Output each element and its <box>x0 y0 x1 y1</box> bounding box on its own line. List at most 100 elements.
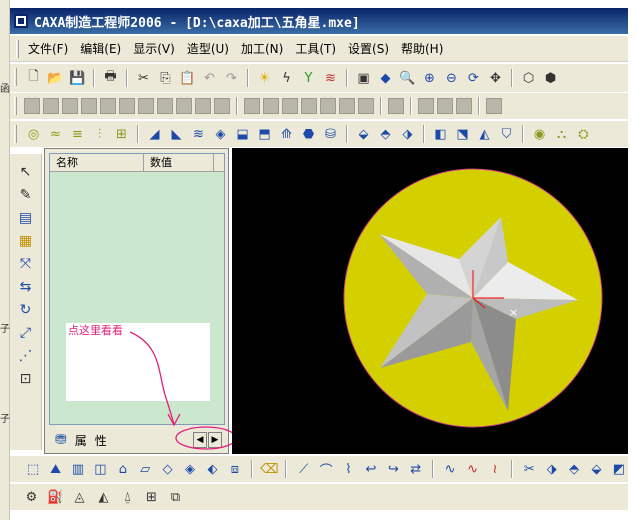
cut-icon[interactable]: ✂ <box>134 69 153 88</box>
menu-modeling[interactable]: 造型(U) <box>187 40 229 57</box>
disabled-tool-icon[interactable] <box>176 98 192 114</box>
trim-tool-icon[interactable]: ⬘ <box>565 460 583 479</box>
database-icon[interactable]: ⛃ <box>55 432 67 448</box>
feature-tool-icon[interactable]: ⛽ <box>46 488 65 507</box>
disabled-tool-icon[interactable] <box>24 98 40 114</box>
disabled-tool-icon[interactable] <box>437 98 453 114</box>
disabled-tool-icon[interactable] <box>263 98 279 114</box>
surface-tool-icon[interactable]: ⫶ <box>90 125 109 144</box>
array-icon[interactable]: ⋰ <box>16 346 35 365</box>
transform-icon[interactable]: ⤧ <box>16 254 35 273</box>
sketch-pen-icon[interactable]: ✎ <box>16 185 35 204</box>
curve-tool-icon[interactable]: ∿ <box>463 460 481 479</box>
feature-tool-icon[interactable]: ⧉ <box>166 488 185 507</box>
modeling-tool-icon[interactable]: ◫ <box>91 460 109 479</box>
pan-icon[interactable]: ✥ <box>486 69 505 88</box>
filter-icon[interactable]: Y <box>299 69 318 88</box>
zoom-dynamic-icon[interactable]: ⊖ <box>442 69 461 88</box>
open-folder-icon[interactable]: 📂 <box>46 69 65 88</box>
mirror-icon[interactable]: ⇆ <box>16 277 35 296</box>
menu-view[interactable]: 显示(V) <box>133 40 175 57</box>
measure-icon[interactable]: ⊡ <box>16 369 35 388</box>
menu-edit[interactable]: 编辑(E) <box>80 40 121 57</box>
feature-tool-icon[interactable]: ◭ <box>94 488 113 507</box>
menu-grip[interactable] <box>16 40 19 58</box>
modeling-tool-icon[interactable]: ⬖ <box>203 460 221 479</box>
disabled-tool-icon[interactable] <box>157 98 173 114</box>
disabled-tool-icon[interactable] <box>214 98 230 114</box>
regen-icon[interactable]: ϟ <box>277 69 296 88</box>
disabled-tool-icon[interactable] <box>100 98 116 114</box>
disabled-tool-icon[interactable] <box>43 98 59 114</box>
machining-tool-icon[interactable]: ⬘ <box>376 125 395 144</box>
menu-help[interactable]: 帮助(H) <box>401 40 443 57</box>
surface-tool-icon[interactable]: ⊞ <box>112 125 131 144</box>
surface-tool-icon[interactable]: ◉ <box>530 125 549 144</box>
modeling-tool-icon[interactable]: ◇ <box>158 460 176 479</box>
curve-tool-icon[interactable]: ≀ <box>486 460 504 479</box>
machining-tool-icon[interactable]: ⬗ <box>398 125 417 144</box>
disabled-tool-icon[interactable] <box>62 98 78 114</box>
zoom-window-icon[interactable]: 🔍 <box>398 69 417 88</box>
curve-tool-icon[interactable]: ∿ <box>441 460 459 479</box>
machining-tool-icon[interactable]: ⟰ <box>277 125 296 144</box>
curve-tool-icon[interactable]: ⟋ <box>294 460 312 479</box>
layer-icon[interactable]: ≋ <box>321 69 340 88</box>
menu-machining[interactable]: 加工(N) <box>241 40 283 57</box>
toolbar-grip[interactable] <box>14 125 17 143</box>
toolbar-grip[interactable] <box>14 68 17 86</box>
menu-settings[interactable]: 设置(S) <box>348 40 389 57</box>
menu-file[interactable]: 文件(F) <box>28 40 68 57</box>
machining-tool-icon[interactable]: ⬙ <box>354 125 373 144</box>
machining-tool-icon[interactable]: ◢ <box>145 125 164 144</box>
surface-tool-icon[interactable]: ≈ <box>46 125 65 144</box>
curve-tool-icon[interactable]: ⌇ <box>339 460 357 479</box>
new-file-icon[interactable]: 🗋 <box>24 69 43 88</box>
tab-attribute-2[interactable]: 性 <box>95 432 107 449</box>
trim-tool-icon[interactable]: ⬙ <box>587 460 605 479</box>
toolbar-grip[interactable] <box>14 97 17 115</box>
disabled-tool-icon[interactable] <box>486 98 502 114</box>
machining-tool-icon[interactable]: ◈ <box>211 125 230 144</box>
star-model[interactable]: × <box>232 148 628 454</box>
disabled-tool-icon[interactable] <box>339 98 355 114</box>
graphics-viewport[interactable]: × <box>232 148 628 454</box>
attribute-icon[interactable]: ▦ <box>16 231 35 250</box>
redo-icon[interactable]: ↷ <box>222 69 241 88</box>
trim-tool-icon[interactable]: ◩ <box>610 460 628 479</box>
disabled-tool-icon[interactable] <box>301 98 317 114</box>
surface-tool-icon[interactable]: ≡ <box>68 125 87 144</box>
panel-toggle-icon[interactable]: ▣ <box>354 69 373 88</box>
scroll-right-button[interactable]: ▶ <box>208 432 222 448</box>
scroll-left-button[interactable]: ◀ <box>193 432 207 448</box>
rotate-3d-icon[interactable]: ↻ <box>16 300 35 319</box>
zoom-in-icon[interactable]: ⊕ <box>420 69 439 88</box>
machining-tool-icon[interactable]: ⬣ <box>299 125 318 144</box>
scale-icon[interactable]: ⤢ <box>16 323 35 342</box>
modeling-tool-icon[interactable]: ▥ <box>69 460 87 479</box>
surface-tool-icon[interactable]: ⛬ <box>552 125 571 144</box>
menu-tools[interactable]: 工具(T) <box>295 40 336 57</box>
disabled-tool-icon[interactable] <box>244 98 260 114</box>
trim-tool-icon[interactable]: ✂ <box>520 460 538 479</box>
curve-tool-icon[interactable]: ⌒ <box>317 460 335 479</box>
eraser-icon[interactable]: ⌫ <box>260 460 278 479</box>
print-icon[interactable]: 🖶 <box>101 69 120 88</box>
column-value[interactable]: 数值 <box>144 154 214 171</box>
surface-tool-icon[interactable]: ◎ <box>24 125 43 144</box>
disabled-tool-icon[interactable] <box>358 98 374 114</box>
shading-icon[interactable]: ◆ <box>376 69 395 88</box>
curve-tool-icon[interactable]: ↩ <box>362 460 380 479</box>
rotate-icon[interactable]: ⟳ <box>464 69 483 88</box>
machining-tool-icon[interactable]: ⬔ <box>453 125 472 144</box>
curve-tool-icon[interactable]: ↪ <box>384 460 402 479</box>
disabled-tool-icon[interactable] <box>388 98 404 114</box>
paste-icon[interactable]: 📋 <box>178 69 197 88</box>
disabled-tool-icon[interactable] <box>138 98 154 114</box>
modeling-tool-icon[interactable]: ⛰ <box>46 460 64 479</box>
trim-tool-icon[interactable]: ⬗ <box>543 460 561 479</box>
undo-icon[interactable]: ↶ <box>200 69 219 88</box>
layer-panel-icon[interactable]: ▤ <box>16 208 35 227</box>
disabled-tool-icon[interactable] <box>418 98 434 114</box>
feature-tool-icon[interactable]: ⊞ <box>142 488 161 507</box>
